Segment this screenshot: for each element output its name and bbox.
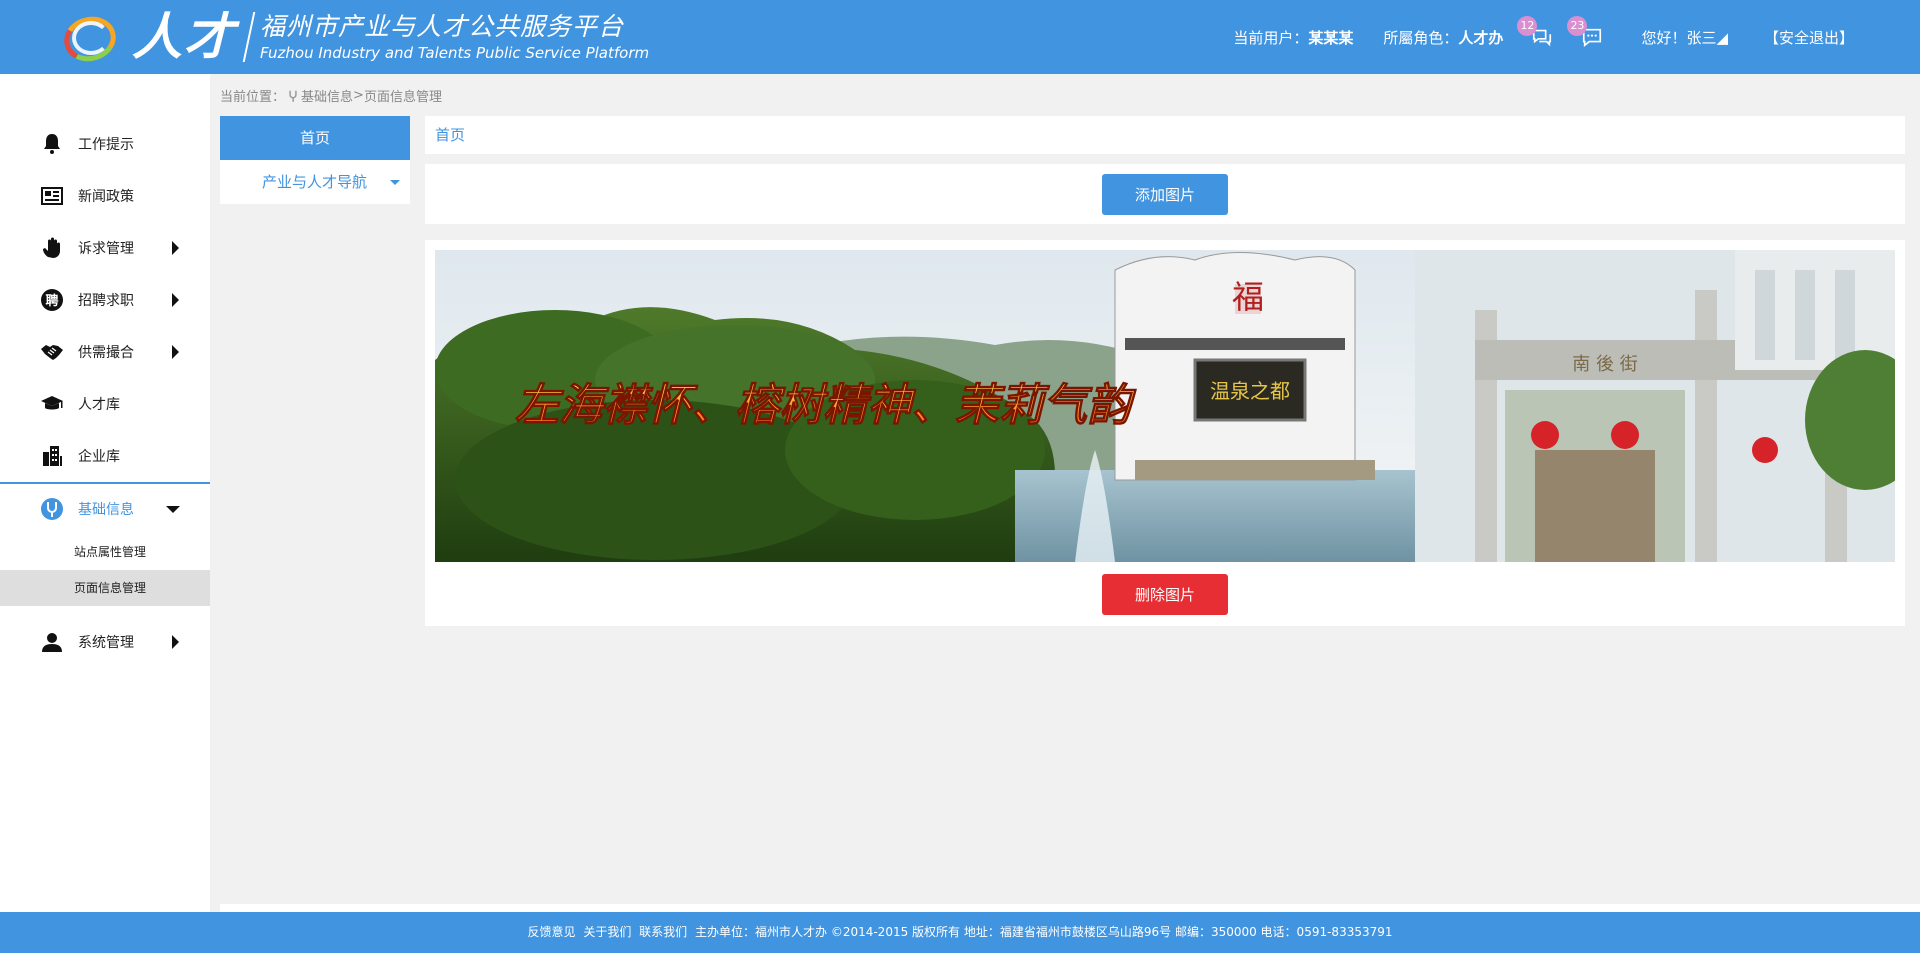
building-icon: [40, 444, 64, 468]
tree-item-industry-nav[interactable]: 产业与人才导航: [220, 160, 410, 204]
power-plug-icon: [40, 497, 64, 521]
sidebar-item-label: 人才库: [78, 397, 120, 413]
banner-gate-text: 南 後 街: [1572, 354, 1637, 375]
page-tree-panel: 首页 产业与人才导航: [220, 116, 410, 204]
expand-arrow-icon: [172, 635, 179, 649]
sidebar-item-work-tips[interactable]: 工作提示: [0, 118, 210, 170]
recruit-icon: 聘: [40, 288, 64, 312]
handshake-icon: [40, 340, 64, 364]
sidebar-item-label: 诉求管理: [78, 241, 134, 257]
footer-link-about[interactable]: 关于我们: [583, 925, 631, 939]
messages-button[interactable]: 12: [1517, 16, 1553, 48]
chat-button[interactable]: 23: [1567, 16, 1603, 48]
caret-down-icon: [390, 180, 400, 185]
sidebar-item-news-policy[interactable]: 新闻政策: [0, 170, 210, 222]
banner-panel: 福 温泉之都 南 後 街 左海襟怀、榕树精神、茉莉气韵 删除图片: [425, 240, 1905, 626]
user-role: 所屬角色： 人才办: [1383, 27, 1503, 48]
sidebar-subitem-page-info[interactable]: 页面信息管理: [0, 570, 210, 606]
logo-title: 人才: [132, 7, 236, 66]
logo-text: 福州市产业与人才公共服务平台 Fuzhou Industry and Talen…: [260, 11, 649, 63]
sidebar-item-matching[interactable]: 供需撮合: [0, 326, 210, 378]
banner-fu-character: 福: [1232, 278, 1264, 316]
delete-image-row: 删除图片: [435, 562, 1895, 616]
add-image-bar: 添加图片: [425, 164, 1905, 224]
main-content: 首页 添加图片 福 温泉之都 南 後 街 左海襟怀、榕树精神、茉莉气韵 删除图片: [425, 116, 1905, 626]
sidebar-item-label: 供需撮合: [78, 345, 134, 361]
breadcrumb-prefix: 当前位置：: [220, 90, 286, 105]
sidebar-item-label: 系统管理: [78, 635, 134, 651]
current-user-label: 当前用户：: [1233, 28, 1309, 47]
sidebar-nav: 工作提示 新闻政策 诉求管理 聘 招聘求职 供需撮合 人才库 企业库 基础信息 …: [0, 118, 210, 668]
newspaper-icon: [40, 184, 64, 208]
sidebar-item-system-management[interactable]: 系统管理: [0, 616, 210, 668]
banner-sign-text: 温泉之都: [1210, 379, 1290, 403]
expand-arrow-icon: [172, 345, 179, 359]
sidebar-item-label: 招聘求职: [78, 293, 134, 309]
platform-logo[interactable]: 人才 福州市产业与人才公共服务平台 Fuzhou Industry and Ta…: [59, 6, 649, 68]
sidebar: 工作提示 新闻政策 诉求管理 聘 招聘求职 供需撮合 人才库 企业库 基础信息 …: [0, 74, 210, 912]
role-value: 人才办: [1458, 28, 1504, 47]
sidebar-item-label: 企业库: [78, 449, 120, 465]
current-user-value: 某某某: [1308, 28, 1354, 47]
footer-link-feedback[interactable]: 反馈意见: [527, 925, 575, 939]
sidebar-item-enterprise-pool[interactable]: 企业库: [0, 430, 210, 482]
breadcrumb-level1[interactable]: 基础信息: [301, 86, 353, 105]
delete-image-button[interactable]: 删除图片: [1102, 573, 1228, 615]
sidebar-item-label: 工作提示: [78, 137, 134, 153]
top-header: 人才 福州市产业与人才公共服务平台 Fuzhou Industry and Ta…: [0, 0, 1920, 74]
expand-arrow-icon: [172, 241, 179, 255]
power-plug-icon: [289, 90, 297, 102]
sidebar-item-basic-info[interactable]: 基础信息: [0, 482, 210, 534]
sidebar-item-label: 基础信息: [78, 502, 134, 518]
user-icon: [40, 630, 64, 654]
bell-icon: [40, 132, 64, 156]
footer-link-contact[interactable]: 联系我们: [639, 925, 687, 939]
sidebar-item-appeals[interactable]: 诉求管理: [0, 222, 210, 274]
sidebar-item-talent-pool[interactable]: 人才库: [0, 378, 210, 430]
tree-item-home[interactable]: 首页: [220, 116, 410, 160]
logo-english-name: Fuzhou Industry and Talents Public Servi…: [260, 44, 650, 62]
banner-image[interactable]: 福 温泉之都 南 後 街 左海襟怀、榕树精神、茉莉气韵: [435, 250, 1895, 562]
logo-divider: [242, 12, 256, 62]
graduation-cap-icon: [40, 392, 64, 416]
hand-icon: [40, 236, 64, 260]
logo-chinese-name: 福州市产业与人才公共服务平台: [260, 12, 625, 41]
header-user-area: 当前用户： 某某某 所屬角色： 人才办 12 23 您好！张三◢ 【安全退出】: [1203, 0, 1854, 74]
sidebar-subitem-site-properties[interactable]: 站点属性管理: [0, 534, 210, 570]
sidebar-item-label: 新闻政策: [78, 189, 134, 205]
footer-info: 主办单位：福州市人才办 ©2014-2015 版权所有 地址：福建省福州市鼓楼区…: [695, 925, 1393, 939]
breadcrumb-level2: 页面信息管理: [363, 90, 442, 105]
collapse-arrow-icon: [166, 506, 180, 513]
current-user: 当前用户： 某某某: [1233, 27, 1353, 48]
content-bottom-strip: [220, 904, 1920, 912]
breadcrumb: 当前位置： 基础信息 > 页面信息管理: [220, 86, 442, 105]
add-image-button[interactable]: 添加图片: [1102, 173, 1228, 215]
section-title: 首页: [425, 116, 1905, 154]
tree-item-label: 产业与人才导航: [262, 173, 368, 191]
footer: 反馈意见 关于我们 联系我们 主办单位：福州市人才办 ©2014-2015 版权…: [0, 912, 1920, 953]
logo-emblem-icon: [59, 11, 124, 67]
logout-link[interactable]: 【安全退出】: [1764, 27, 1854, 48]
expand-arrow-icon: [172, 293, 179, 307]
svg-text:聘: 聘: [45, 293, 58, 309]
banner-slogan: 左海襟怀、榕树精神、茉莉气韵: [515, 380, 1137, 431]
role-label: 所屬角色：: [1383, 28, 1459, 47]
breadcrumb-separator: >: [353, 88, 364, 103]
user-greeting-menu[interactable]: 您好！张三◢: [1641, 27, 1728, 48]
sidebar-item-recruitment[interactable]: 聘 招聘求职: [0, 274, 210, 326]
